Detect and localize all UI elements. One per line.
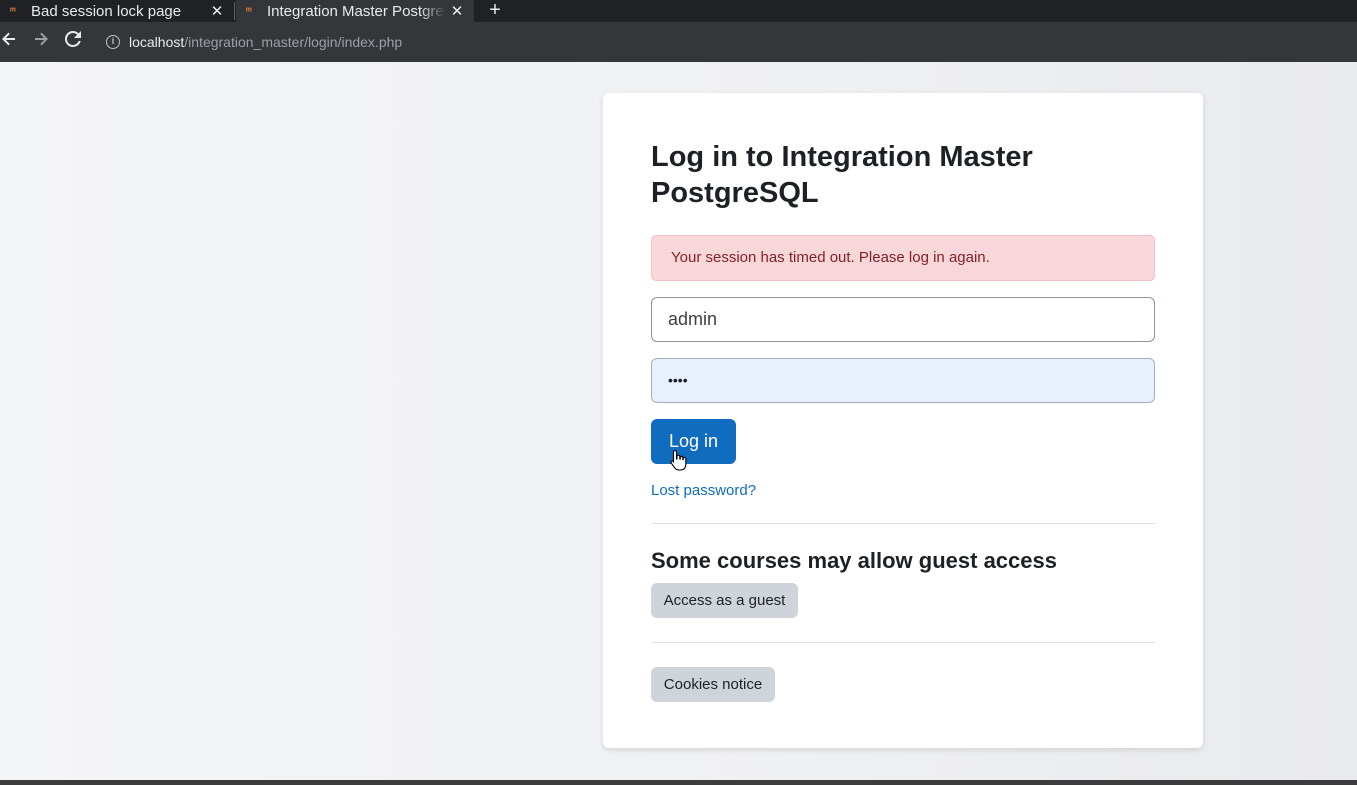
guest-access-button[interactable]: Access as a guest (651, 583, 798, 618)
password-field[interactable]: •••• (651, 358, 1155, 403)
divider (651, 642, 1155, 643)
back-arrow-icon[interactable] (0, 30, 21, 54)
login-card: Log in to Integration Master PostgreSQL … (603, 93, 1203, 748)
username-field[interactable]: admin (651, 297, 1155, 342)
divider (651, 523, 1155, 524)
cookies-notice-button[interactable]: Cookies notice (651, 667, 775, 702)
tab-separator (234, 2, 235, 20)
close-icon[interactable]: ✕ (446, 2, 468, 20)
page-background: Log in to Integration Master PostgreSQL … (0, 62, 1357, 780)
tab-bad-session[interactable]: ᵐ Bad session lock page ✕ (0, 0, 234, 22)
bottom-bar (0, 780, 1357, 785)
tab-title: Bad session lock page (31, 2, 182, 20)
tab-title: Integration Master PostgreSQL (267, 2, 446, 20)
page-title: Log in to Integration Master PostgreSQL (651, 141, 1033, 209)
lost-password-link[interactable]: Lost password? (651, 482, 756, 499)
reload-icon[interactable] (61, 30, 85, 54)
tab-integration-master[interactable]: ᵐ Integration Master PostgreSQL ✕ (236, 0, 474, 22)
address-bar[interactable]: i localhost/integration_master/login/ind… (100, 30, 1350, 54)
forward-arrow-icon[interactable] (29, 30, 53, 54)
hand-cursor-icon (670, 449, 688, 471)
guest-access-heading: Some courses may allow guest access (651, 548, 1057, 573)
close-icon[interactable]: ✕ (206, 2, 228, 20)
moodle-favicon: ᵐ (246, 5, 252, 17)
info-icon[interactable]: i (106, 35, 120, 49)
login-button[interactable]: Log in (651, 419, 736, 464)
session-timeout-alert: Your session has timed out. Please log i… (651, 235, 1155, 281)
browser-tab-bar: ᵐ Bad session lock page ✕ ᵐ Integration … (0, 0, 1357, 22)
plus-icon[interactable]: + (484, 0, 506, 22)
url-text: localhost/integration_master/login/index… (129, 34, 403, 50)
browser-toolbar: i localhost/integration_master/login/ind… (0, 22, 1357, 62)
moodle-favicon: ᵐ (10, 5, 16, 17)
